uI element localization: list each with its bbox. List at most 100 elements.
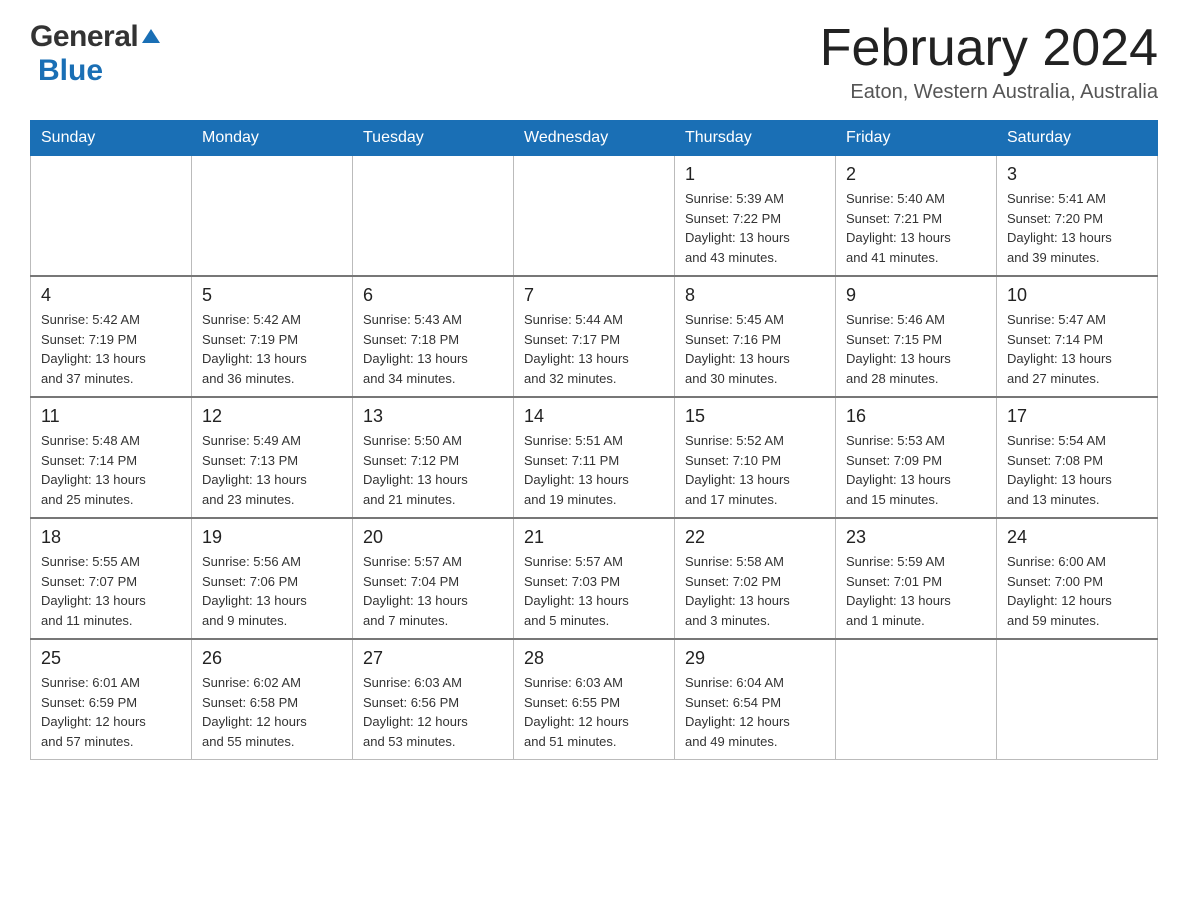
day-info: Sunrise: 5:53 AMSunset: 7:09 PMDaylight:… xyxy=(846,431,986,509)
day-number: 21 xyxy=(524,527,664,548)
day-info: Sunrise: 5:58 AMSunset: 7:02 PMDaylight:… xyxy=(685,552,825,630)
calendar-day-cell xyxy=(997,639,1158,760)
day-info: Sunrise: 5:46 AMSunset: 7:15 PMDaylight:… xyxy=(846,310,986,388)
day-number: 14 xyxy=(524,406,664,427)
calendar-day-cell: 8Sunrise: 5:45 AMSunset: 7:16 PMDaylight… xyxy=(675,276,836,397)
day-info: Sunrise: 5:54 AMSunset: 7:08 PMDaylight:… xyxy=(1007,431,1147,509)
week-row: 25 Sunrise: 6:01 AMSunset: 6:59 PMDayligh… xyxy=(31,639,1158,760)
calendar-day-header: Monday xyxy=(192,121,353,156)
day-info: Sunrise: 5:39 AMSunset: 7:22 PMDaylight:… xyxy=(685,189,825,267)
day-info: Sunrise: 5:49 AMSunset: 7:13 PMDaylight:… xyxy=(202,431,342,509)
logo-arrow-icon xyxy=(140,27,162,49)
day-number: 29 xyxy=(685,648,825,669)
day-number: 18 xyxy=(41,527,181,548)
day-number: 7 xyxy=(524,285,664,306)
day-info: Sunrise: 5:40 AMSunset: 7:21 PMDaylight:… xyxy=(846,189,986,267)
calendar-day-header: Sunday xyxy=(31,121,192,156)
day-number: 2 xyxy=(846,164,986,185)
day-info: Sunrise: 6:03 AMSunset: 6:56 PMDaylight:… xyxy=(363,673,503,751)
calendar-day-cell: 18 Sunrise: 5:55 AMSunset: 7:07 PMDayligh… xyxy=(31,518,192,639)
day-info: Sunrise: 6:01 AMSunset: 6:59 PMDaylight:… xyxy=(41,673,181,751)
day-number: 13 xyxy=(363,406,503,427)
day-info: Sunrise: 6:04 AMSunset: 6:54 PMDaylight:… xyxy=(685,673,825,751)
calendar-day-cell: 19 Sunrise: 5:56 AMSunset: 7:06 PMDayligh… xyxy=(192,518,353,639)
day-info: Sunrise: 5:56 AMSunset: 7:06 PMDaylight:… xyxy=(202,552,342,630)
location-text: Eaton, Western Australia, Australia xyxy=(820,81,1158,104)
month-title: February 2024 xyxy=(820,20,1158,77)
title-block: February 2024 Eaton, Western Australia, … xyxy=(820,20,1158,104)
day-number: 22 xyxy=(685,527,825,548)
day-number: 20 xyxy=(363,527,503,548)
calendar-day-cell: 7 Sunrise: 5:44 AMSunset: 7:17 PMDaylight… xyxy=(514,276,675,397)
page-header: General Blue February 2024 Eaton, Wester… xyxy=(30,20,1158,104)
logo-general-text: General xyxy=(30,20,138,54)
calendar-day-cell: 28 Sunrise: 6:03 AMSunset: 6:55 PMDayligh… xyxy=(514,639,675,760)
day-number: 24 xyxy=(1007,527,1147,548)
day-info: Sunrise: 5:50 AMSunset: 7:12 PMDaylight:… xyxy=(363,431,503,509)
calendar-day-cell: 14 Sunrise: 5:51 AMSunset: 7:11 PMDayligh… xyxy=(514,397,675,518)
calendar-day-cell: 4 Sunrise: 5:42 AMSunset: 7:19 PMDaylight… xyxy=(31,276,192,397)
calendar-day-cell: 2 Sunrise: 5:40 AMSunset: 7:21 PMDaylight… xyxy=(836,156,997,277)
day-number: 10 xyxy=(1007,285,1147,306)
day-info: Sunrise: 6:00 AMSunset: 7:00 PMDaylight:… xyxy=(1007,552,1147,630)
calendar-table: SundayMondayTuesdayWednesdayThursdayFrid… xyxy=(30,120,1158,760)
calendar-day-header: Friday xyxy=(836,121,997,156)
calendar-day-cell xyxy=(353,156,514,277)
week-row: 4 Sunrise: 5:42 AMSunset: 7:19 PMDaylight… xyxy=(31,276,1158,397)
week-row: 18 Sunrise: 5:55 AMSunset: 7:07 PMDayligh… xyxy=(31,518,1158,639)
day-number: 26 xyxy=(202,648,342,669)
day-info: Sunrise: 5:42 AMSunset: 7:19 PMDaylight:… xyxy=(41,310,181,388)
day-info: Sunrise: 5:43 AMSunset: 7:18 PMDaylight:… xyxy=(363,310,503,388)
day-info: Sunrise: 5:57 AMSunset: 7:03 PMDaylight:… xyxy=(524,552,664,630)
calendar-day-cell: 10 Sunrise: 5:47 AMSunset: 7:14 PMDayligh… xyxy=(997,276,1158,397)
calendar-day-cell: 17 Sunrise: 5:54 AMSunset: 7:08 PMDayligh… xyxy=(997,397,1158,518)
day-info: Sunrise: 6:02 AMSunset: 6:58 PMDaylight:… xyxy=(202,673,342,751)
calendar-day-header: Tuesday xyxy=(353,121,514,156)
calendar-day-cell: 24 Sunrise: 6:00 AMSunset: 7:00 PMDayligh… xyxy=(997,518,1158,639)
week-row: 1 Sunrise: 5:39 AMSunset: 7:22 PMDaylight… xyxy=(31,156,1158,277)
logo-blue-text: Blue xyxy=(38,54,103,87)
calendar-day-cell: 29 Sunrise: 6:04 AMSunset: 6:54 PMDayligh… xyxy=(675,639,836,760)
day-number: 19 xyxy=(202,527,342,548)
calendar-day-cell: 13 Sunrise: 5:50 AMSunset: 7:12 PMDayligh… xyxy=(353,397,514,518)
calendar-day-cell xyxy=(514,156,675,277)
calendar-day-cell: 6 Sunrise: 5:43 AMSunset: 7:18 PMDaylight… xyxy=(353,276,514,397)
week-row: 11Sunrise: 5:48 AMSunset: 7:14 PMDayligh… xyxy=(31,397,1158,518)
day-number: 11 xyxy=(41,406,181,427)
day-number: 5 xyxy=(202,285,342,306)
day-number: 4 xyxy=(41,285,181,306)
calendar-day-cell: 21 Sunrise: 5:57 AMSunset: 7:03 PMDayligh… xyxy=(514,518,675,639)
day-number: 3 xyxy=(1007,164,1147,185)
day-number: 25 xyxy=(41,648,181,669)
day-number: 1 xyxy=(685,164,825,185)
calendar-day-cell: 3Sunrise: 5:41 AMSunset: 7:20 PMDaylight… xyxy=(997,156,1158,277)
calendar-day-cell: 23 Sunrise: 5:59 AMSunset: 7:01 PMDayligh… xyxy=(836,518,997,639)
day-info: Sunrise: 6:03 AMSunset: 6:55 PMDaylight:… xyxy=(524,673,664,751)
calendar-day-cell: 5 Sunrise: 5:42 AMSunset: 7:19 PMDaylight… xyxy=(192,276,353,397)
day-number: 8 xyxy=(685,285,825,306)
day-info: Sunrise: 5:42 AMSunset: 7:19 PMDaylight:… xyxy=(202,310,342,388)
calendar-day-cell xyxy=(31,156,192,277)
day-info: Sunrise: 5:47 AMSunset: 7:14 PMDaylight:… xyxy=(1007,310,1147,388)
calendar-day-cell: 16 Sunrise: 5:53 AMSunset: 7:09 PMDayligh… xyxy=(836,397,997,518)
day-info: Sunrise: 5:51 AMSunset: 7:11 PMDaylight:… xyxy=(524,431,664,509)
day-number: 23 xyxy=(846,527,986,548)
calendar-day-cell: 20 Sunrise: 5:57 AMSunset: 7:04 PMDayligh… xyxy=(353,518,514,639)
day-info: Sunrise: 5:59 AMSunset: 7:01 PMDaylight:… xyxy=(846,552,986,630)
day-number: 17 xyxy=(1007,406,1147,427)
calendar-day-cell: 12Sunrise: 5:49 AMSunset: 7:13 PMDayligh… xyxy=(192,397,353,518)
day-number: 9 xyxy=(846,285,986,306)
day-number: 27 xyxy=(363,648,503,669)
calendar-day-cell xyxy=(192,156,353,277)
day-info: Sunrise: 5:55 AMSunset: 7:07 PMDaylight:… xyxy=(41,552,181,630)
calendar-day-cell: 25 Sunrise: 6:01 AMSunset: 6:59 PMDayligh… xyxy=(31,639,192,760)
day-info: Sunrise: 5:57 AMSunset: 7:04 PMDaylight:… xyxy=(363,552,503,630)
day-number: 28 xyxy=(524,648,664,669)
day-number: 16 xyxy=(846,406,986,427)
day-info: Sunrise: 5:44 AMSunset: 7:17 PMDaylight:… xyxy=(524,310,664,388)
calendar-day-cell: 11Sunrise: 5:48 AMSunset: 7:14 PMDayligh… xyxy=(31,397,192,518)
day-number: 6 xyxy=(363,285,503,306)
calendar-day-header: Saturday xyxy=(997,121,1158,156)
calendar-day-header: Thursday xyxy=(675,121,836,156)
calendar-day-cell: 22 Sunrise: 5:58 AMSunset: 7:02 PMDayligh… xyxy=(675,518,836,639)
